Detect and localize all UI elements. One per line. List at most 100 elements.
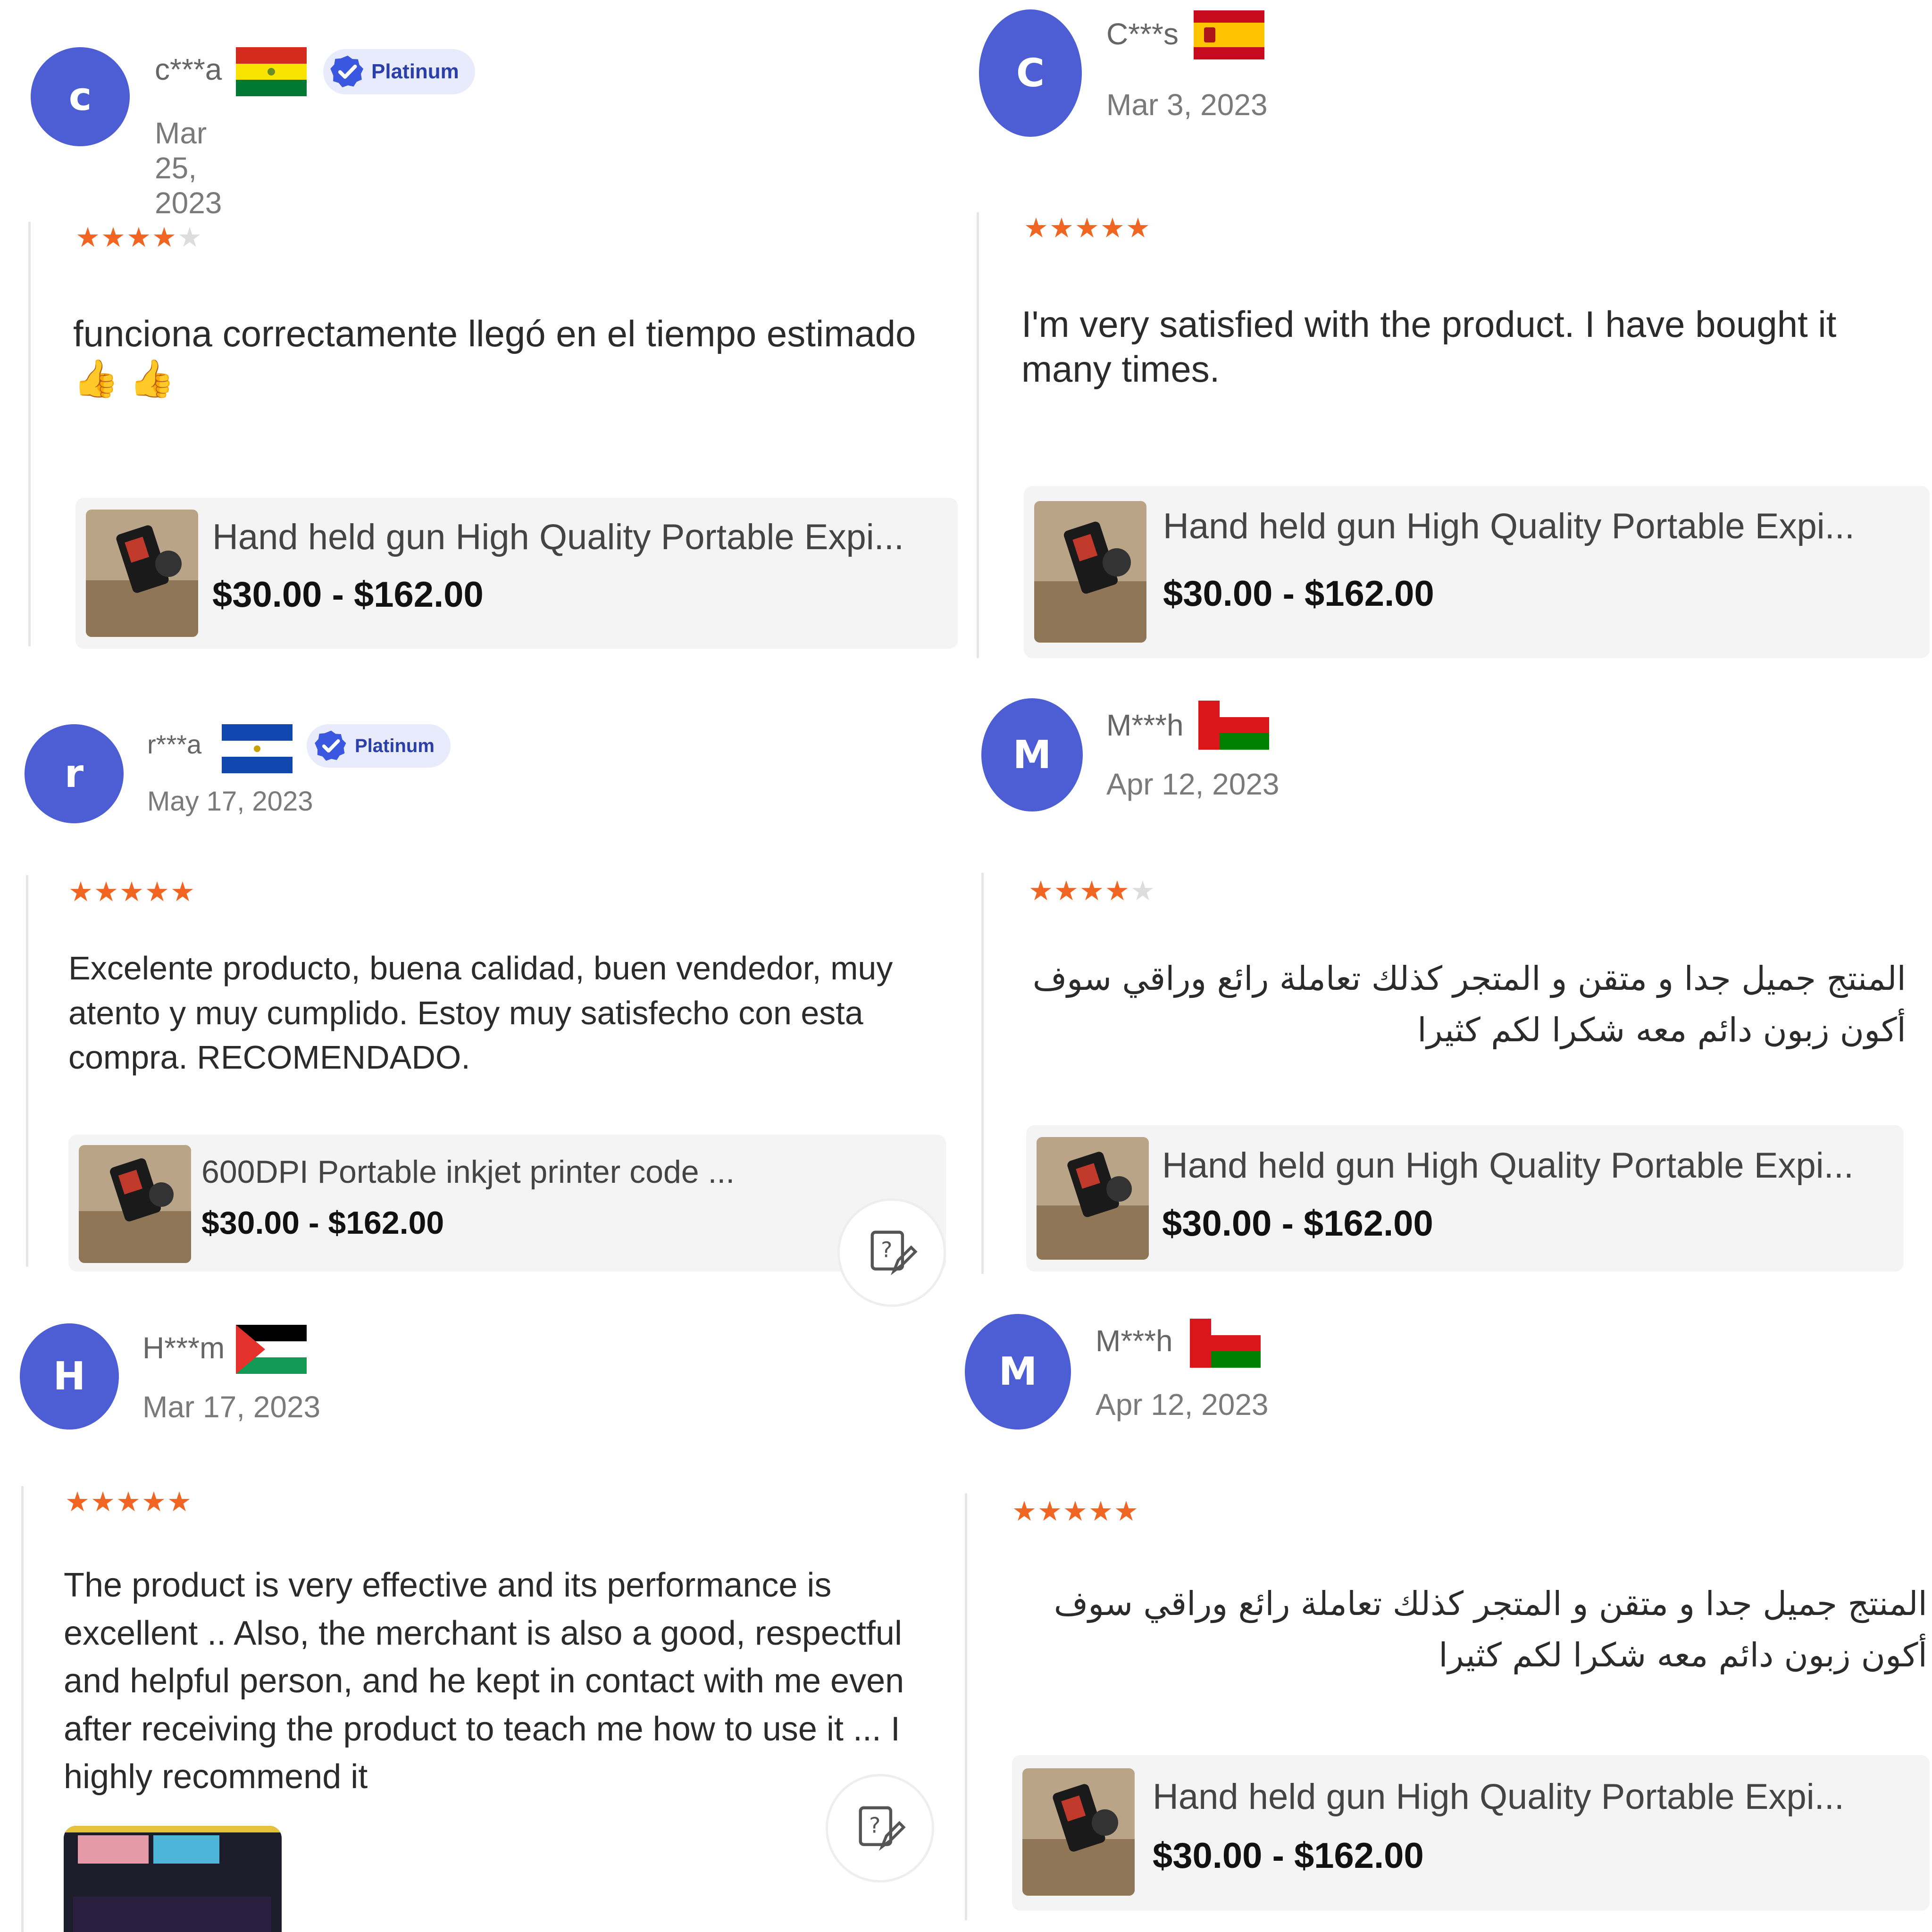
review-date: May 17, 2023 (147, 786, 313, 817)
star-filled-icon: ★ (1037, 1496, 1062, 1527)
photo-label-block (153, 1835, 219, 1864)
photo-edge (64, 1826, 282, 1832)
question-edit-icon: ? (866, 1226, 918, 1280)
product-price: $30.00 - $162.00 (212, 575, 484, 615)
star-filled-icon: ★ (1029, 876, 1053, 906)
review-date: Apr 12, 2023 (1096, 1388, 1269, 1422)
star-filled-icon: ★ (1024, 213, 1048, 243)
review-text: The product is very effective and its pe… (64, 1566, 904, 1796)
product-thumbnail (86, 510, 198, 637)
star-filled-icon: ★ (119, 877, 144, 907)
review-text: funciona correctamente llegó en el tiemp… (73, 313, 916, 400)
star-filled-icon: ★ (1114, 1496, 1138, 1527)
product-price: $30.00 - $162.00 (1153, 1836, 1424, 1876)
star-filled-icon: ★ (152, 222, 176, 253)
star-filled-icon: ★ (1126, 213, 1150, 243)
flag-oman-icon (1190, 1319, 1261, 1368)
reviewer-name: c***a (155, 52, 222, 86)
rating-stars: ★ ★ ★ ★ ★ (1024, 215, 1150, 242)
question-edit-button[interactable]: ? (837, 1198, 946, 1307)
product-card[interactable]: Hand held gun High Quality Portable Expi… (1024, 486, 1930, 658)
star-filled-icon: ★ (1054, 876, 1079, 906)
review-divider (21, 1486, 24, 1932)
review-photo[interactable] (64, 1826, 282, 1932)
badge-label: Platinum (355, 735, 435, 756)
star-filled-icon: ★ (75, 222, 100, 253)
review-text: I'm very satisfied with the product. I h… (1021, 303, 1837, 390)
product-title[interactable]: Hand held gun High Quality Portable Expi… (1163, 506, 1855, 547)
product-price: $30.00 - $162.00 (201, 1205, 444, 1241)
flag-oman-icon (1198, 701, 1269, 750)
avatar: M (965, 1314, 1071, 1430)
avatar-initial: C (1016, 50, 1045, 96)
avatar: r (25, 724, 124, 823)
avatar: c (31, 47, 130, 146)
review-divider (26, 875, 28, 1267)
product-thumbnail (1037, 1137, 1149, 1260)
product-title[interactable]: 600DPI Portable inkjet printer code ... (201, 1154, 735, 1190)
photo-label-block (78, 1835, 149, 1864)
verified-check-icon (328, 52, 368, 92)
product-title[interactable]: Hand held gun High Quality Portable Expi… (212, 517, 904, 558)
reviewer-name: M***h (1096, 1324, 1173, 1358)
rating-stars: ★ ★ ★ ★ ★ (1029, 878, 1155, 905)
flag-bolivia-icon (236, 47, 307, 96)
review-divider (965, 1493, 967, 1920)
star-filled-icon: ★ (170, 877, 195, 907)
reviewer-name: C***s (1106, 17, 1179, 51)
rating-stars: ★ ★ ★ ★ ★ (68, 878, 195, 906)
avatar: C (979, 9, 1082, 137)
product-title[interactable]: Hand held gun High Quality Portable Expi… (1153, 1776, 1844, 1817)
review-text: المنتج جميل جدا و متقن و المتجر كذلك تعا… (1054, 1584, 1927, 1674)
star-filled-icon: ★ (145, 877, 169, 907)
star-filled-icon: ★ (1012, 1496, 1037, 1527)
review-date: Mar 25, 2023 (155, 116, 222, 220)
review-date: Mar 3, 2023 (1106, 88, 1268, 122)
rating-stars: ★ ★ ★ ★ ★ (65, 1489, 192, 1516)
flag-el-salvador-icon (222, 724, 293, 773)
product-title[interactable]: Hand held gun High Quality Portable Expi… (1162, 1145, 1854, 1186)
product-card[interactable]: Hand held gun High Quality Portable Expi… (1026, 1125, 1904, 1271)
star-filled-icon: ★ (126, 222, 151, 253)
review-date: Apr 12, 2023 (1106, 767, 1280, 801)
verified-check-icon (311, 726, 351, 766)
star-filled-icon: ★ (1100, 213, 1125, 243)
avatar-initial: c (68, 74, 92, 119)
star-filled-icon: ★ (116, 1487, 141, 1517)
product-card[interactable]: 600DPI Portable inkjet printer code ... … (68, 1135, 946, 1271)
reviewer-name: r***a (147, 729, 202, 759)
product-card[interactable]: Hand held gun High Quality Portable Expi… (1012, 1755, 1930, 1911)
star-filled-icon: ★ (91, 1487, 115, 1517)
star-filled-icon: ★ (1049, 213, 1074, 243)
svg-text:?: ? (869, 1812, 880, 1838)
avatar-initial: M (998, 1349, 1037, 1394)
product-price: $30.00 - $162.00 (1163, 574, 1434, 614)
star-empty-icon: ★ (1130, 876, 1155, 906)
avatar: H (20, 1323, 119, 1430)
review-text: Excelente producto, buena calidad, buen … (68, 950, 893, 1076)
review-divider (977, 212, 979, 658)
avatar-initial: H (53, 1354, 86, 1399)
rating-stars: ★ ★ ★ ★ ★ (75, 224, 202, 251)
svg-text:?: ? (881, 1237, 892, 1262)
product-price: $30.00 - $162.00 (1162, 1204, 1433, 1244)
question-edit-icon: ? (854, 1801, 906, 1856)
review-divider (981, 873, 984, 1274)
product-card[interactable]: Hand held gun High Quality Portable Expi… (75, 498, 958, 649)
flag-palestine-icon (236, 1325, 307, 1374)
avatar-initial: r (64, 751, 84, 796)
platinum-badge: Platinum (323, 49, 475, 94)
review-divider (28, 222, 31, 646)
star-filled-icon: ★ (65, 1487, 90, 1517)
avatar-initial: M (1012, 732, 1052, 778)
review-text: المنتج جميل جدا و متقن و المتجر كذلك تعا… (1032, 959, 1906, 1049)
photo-dark-area (73, 1897, 271, 1932)
star-filled-icon: ★ (142, 1487, 166, 1517)
product-thumbnail (79, 1145, 191, 1263)
star-empty-icon: ★ (177, 222, 202, 253)
star-filled-icon: ★ (68, 877, 93, 907)
question-edit-button[interactable]: ? (826, 1774, 934, 1882)
star-filled-icon: ★ (1079, 876, 1104, 906)
avatar: M (981, 698, 1083, 811)
flag-spain-icon (1194, 10, 1264, 59)
